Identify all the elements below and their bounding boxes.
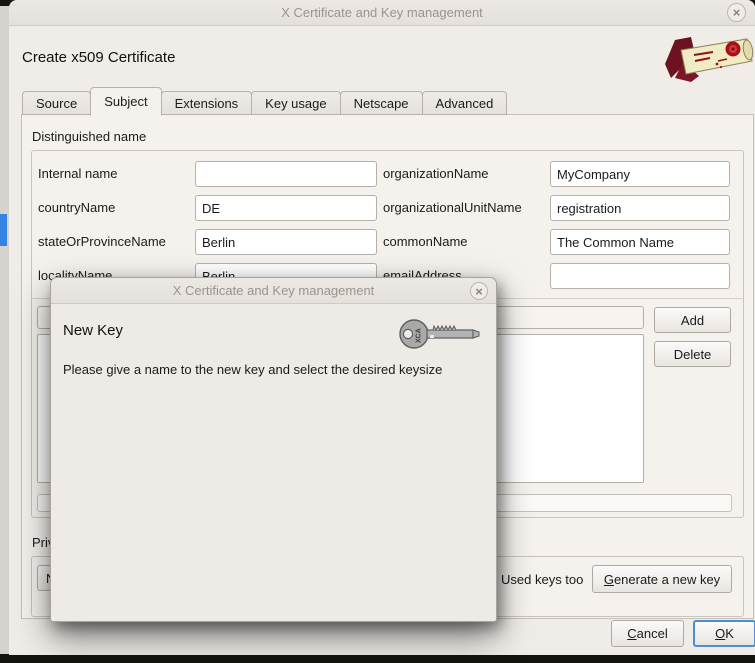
tab-key-usage[interactable]: Key usage bbox=[251, 91, 340, 115]
tab-label: Extensions bbox=[175, 96, 239, 111]
main-cancel-button[interactable]: Cancel bbox=[611, 620, 684, 647]
close-icon: × bbox=[733, 6, 741, 19]
svg-text:XCA: XCA bbox=[416, 328, 423, 343]
delete-button[interactable]: Delete bbox=[654, 341, 731, 367]
state-province-label: stateOrProvinceName bbox=[38, 229, 166, 255]
main-ok-label: OK bbox=[715, 626, 734, 641]
common-name-label: commonName bbox=[383, 229, 468, 255]
organizational-unit-label: organizationalUnitName bbox=[383, 195, 522, 221]
generate-new-key-button[interactable]: Generate a new key bbox=[592, 565, 732, 593]
tab-advanced[interactable]: Advanced bbox=[422, 91, 508, 115]
used-keys-label: Used keys too bbox=[501, 572, 583, 587]
desktop-background-strip bbox=[0, 654, 755, 663]
page-title: Create x509 Certificate bbox=[22, 49, 175, 66]
dialog-heading: New Key bbox=[63, 322, 123, 339]
close-icon: × bbox=[475, 285, 483, 298]
organization-name-label: organizationName bbox=[383, 161, 489, 187]
country-name-input[interactable] bbox=[195, 195, 377, 221]
key-icon: XCA bbox=[397, 314, 481, 354]
internal-name-label: Internal name bbox=[38, 161, 118, 187]
tab-source[interactable]: Source bbox=[22, 91, 91, 115]
main-close-button[interactable]: × bbox=[727, 3, 746, 22]
tab-extensions[interactable]: Extensions bbox=[161, 91, 253, 115]
organizational-unit-input[interactable] bbox=[550, 195, 730, 221]
screen: X Certificate and Key management × Creat… bbox=[0, 0, 755, 663]
generate-new-key-label: Generate a new key bbox=[604, 572, 720, 587]
main-window-title: X Certificate and Key management bbox=[281, 5, 483, 20]
main-titlebar[interactable]: X Certificate and Key management × bbox=[9, 0, 755, 26]
tab-label: Advanced bbox=[436, 96, 494, 111]
tab-label: Subject bbox=[104, 94, 147, 109]
email-address-input[interactable] bbox=[550, 263, 730, 289]
state-province-input[interactable] bbox=[195, 229, 377, 255]
common-name-input[interactable] bbox=[550, 229, 730, 255]
background-app-strip bbox=[0, 6, 9, 655]
main-ok-button[interactable]: OK bbox=[693, 620, 755, 647]
dialog-close-button[interactable]: × bbox=[470, 282, 488, 300]
country-name-label: countryName bbox=[38, 195, 115, 221]
delete-button-label: Delete bbox=[674, 347, 712, 362]
new-key-dialog: X Certificate and Key management × New K… bbox=[50, 277, 497, 622]
tab-label: Netscape bbox=[354, 96, 409, 111]
organization-name-input[interactable] bbox=[550, 161, 730, 187]
tab-bar: Source Subject Extensions Key usage Nets… bbox=[22, 87, 506, 115]
xca-logo-icon bbox=[661, 34, 755, 86]
tab-netscape[interactable]: Netscape bbox=[340, 91, 423, 115]
dialog-titlebar[interactable]: X Certificate and Key management × bbox=[51, 278, 496, 304]
dialog-title: X Certificate and Key management bbox=[173, 283, 375, 298]
add-button[interactable]: Add bbox=[654, 307, 731, 333]
add-button-label: Add bbox=[681, 313, 704, 328]
tab-label: Key usage bbox=[265, 96, 326, 111]
distinguished-name-label: Distinguished name bbox=[32, 129, 146, 144]
dialog-description: Please give a name to the new key and se… bbox=[63, 362, 442, 377]
main-cancel-label: Cancel bbox=[627, 626, 667, 641]
tab-label: Source bbox=[36, 96, 77, 111]
background-selection-fragment bbox=[0, 214, 7, 246]
internal-name-input[interactable] bbox=[195, 161, 377, 187]
tab-subject[interactable]: Subject bbox=[90, 87, 161, 116]
